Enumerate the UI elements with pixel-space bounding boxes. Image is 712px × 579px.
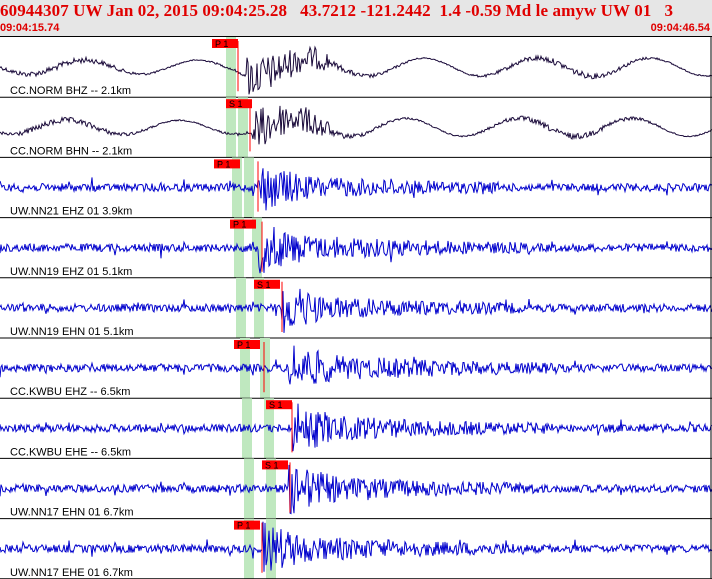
pick-marker[interactable]: P 1 (230, 219, 256, 230)
pick-marker[interactable]: S 1 (226, 99, 252, 109)
pick-label: P 1 (237, 521, 250, 531)
pick-label: P 1 (217, 159, 230, 169)
header-bar: 60944307 UW Jan 02, 2015 09:04:25.28 43.… (0, 0, 712, 36)
trace-label: CC.NORM BHN -- 2.1km (10, 145, 132, 157)
trace-label: UW.NN17 EHN 01 6.7km (10, 507, 133, 519)
start-time: 09:04:15.74 (0, 22, 60, 34)
waveform-trace (0, 521, 712, 572)
trace-label: UW.NN19 EHZ 01 5.1km (10, 266, 132, 278)
pick-marker[interactable]: P 1 (212, 39, 238, 49)
waveform-trace (0, 345, 712, 385)
end-time: 09:04:46.54 (650, 22, 710, 34)
pick-label: S 1 (265, 460, 279, 470)
trace-label: UW.NN21 EHZ 01 3.9km (10, 206, 132, 218)
waveform-trace (0, 403, 712, 452)
pick-marker[interactable]: S 1 (254, 279, 280, 290)
pick-label: P 1 (233, 220, 246, 230)
trace-label: UW.NN19 EHN 01 5.1km (10, 326, 133, 338)
pick-label: S 1 (257, 280, 271, 290)
event-title: 60944307 UW Jan 02, 2015 09:04:25.28 43.… (0, 1, 674, 20)
trace-label: CC.NORM BHZ -- 2.1km (10, 85, 131, 97)
waveform-canvas[interactable]: P 1 CC.NORM BHZ -- 2.1km S 1 CC.NORM BHN --… (0, 37, 712, 579)
pick-label: P 1 (237, 340, 250, 350)
pick-marker[interactable]: S 1 (266, 400, 292, 410)
pick-marker[interactable]: S 1 (262, 460, 288, 470)
pick-label: S 1 (269, 400, 283, 410)
pick-marker[interactable]: P 1 (214, 159, 240, 169)
pick-marker[interactable]: P 1 (234, 340, 260, 350)
pick-marker[interactable]: P 1 (234, 520, 260, 531)
trace-label: CC.KWBU EHE -- 6.5km (10, 446, 131, 458)
trace-label: UW.NN17 EHE 01 6.7km (10, 567, 133, 579)
seismogram-panel[interactable]: P 1 CC.NORM BHZ -- 2.1km S 1 CC.NORM BHN --… (0, 36, 712, 579)
trace-label: CC.KWBU EHZ -- 6.5km (10, 386, 130, 398)
waveform-trace (0, 105, 712, 145)
waveform-trace (0, 168, 712, 211)
pick-label: S 1 (229, 99, 243, 109)
pick-label: P 1 (215, 39, 228, 49)
